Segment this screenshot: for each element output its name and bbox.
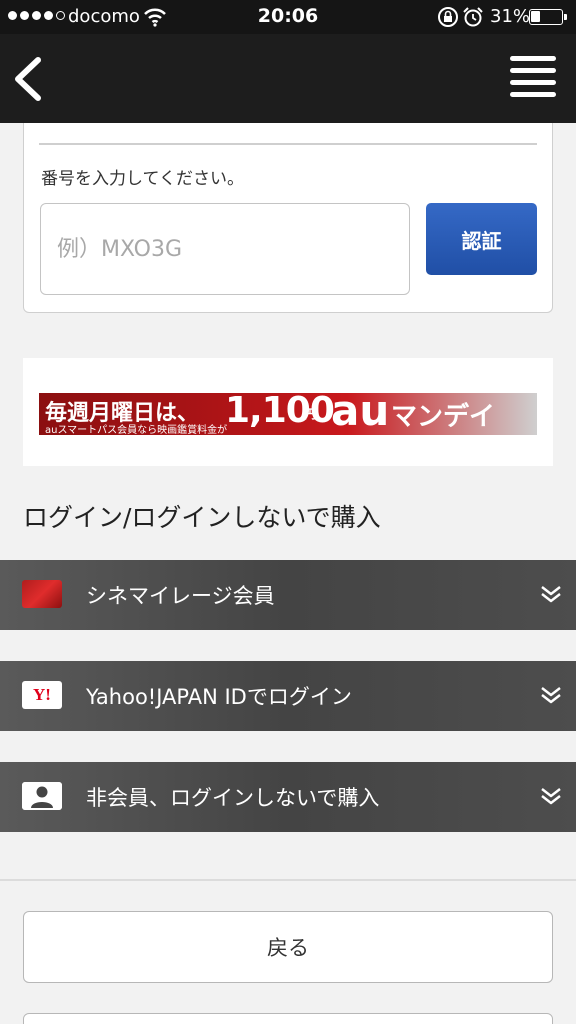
hamburger-menu-icon[interactable] — [510, 56, 556, 100]
battery-percent: 31% — [490, 6, 531, 27]
au-monday-banner[interactable]: 毎週月曜日は、 auスマートパス会員なら映画鑑賞料金が 1,100 円 au マ… — [39, 393, 537, 435]
banner-container: 毎週月曜日は、 auスマートパス会員なら映画鑑賞料金が 1,100 円 au マ… — [23, 358, 553, 466]
double-chevron-down-icon — [541, 687, 561, 704]
battery-tip — [564, 14, 567, 20]
option-cinemileage[interactable]: シネマイレージ会員 — [0, 560, 576, 630]
option-guest-purchase[interactable]: 非会員、ログインしないで購入 — [0, 762, 576, 832]
banner-sub-text: auスマートパス会員なら映画鑑賞料金が — [45, 425, 228, 435]
code-entry-card: 番号を入力してください。 認証 — [23, 123, 553, 313]
double-chevron-down-icon — [541, 586, 561, 603]
cinemileage-card-icon — [22, 580, 62, 608]
banner-price: 1,100 — [225, 393, 335, 431]
yahoo-logo-icon: Y! — [22, 681, 62, 709]
divider — [39, 143, 537, 145]
banner-campaign: マンデイ — [391, 402, 496, 432]
battery-icon — [529, 9, 563, 25]
status-bar: docomo 20:06 31% — [0, 0, 576, 34]
option-label: 非会員、ログインしないで購入 — [86, 786, 380, 810]
top-nav-bar — [0, 34, 576, 123]
next-button-partial[interactable] — [23, 1013, 553, 1024]
option-label: シネマイレージ会員 — [86, 584, 275, 608]
person-icon — [22, 782, 62, 810]
banner-brand: au — [331, 393, 390, 435]
code-input[interactable] — [40, 203, 410, 295]
alarm-icon — [463, 7, 483, 27]
banner-yen: 円 — [304, 407, 317, 421]
option-label: Yahoo!JAPAN IDでログイン — [86, 685, 352, 709]
verify-button[interactable]: 認証 — [426, 203, 537, 275]
code-prompt: 番号を入力してください。 — [41, 169, 244, 189]
double-chevron-down-icon — [541, 788, 561, 805]
option-yahoo-login[interactable]: Y! Yahoo!JAPAN IDでログイン — [0, 661, 576, 731]
footer-divider — [0, 879, 576, 881]
back-button[interactable]: 戻る — [23, 911, 553, 983]
login-section-title: ログイン/ログインしないで購入 — [23, 503, 381, 532]
chevron-left-icon[interactable] — [10, 56, 46, 102]
rotation-lock-icon — [438, 7, 458, 27]
